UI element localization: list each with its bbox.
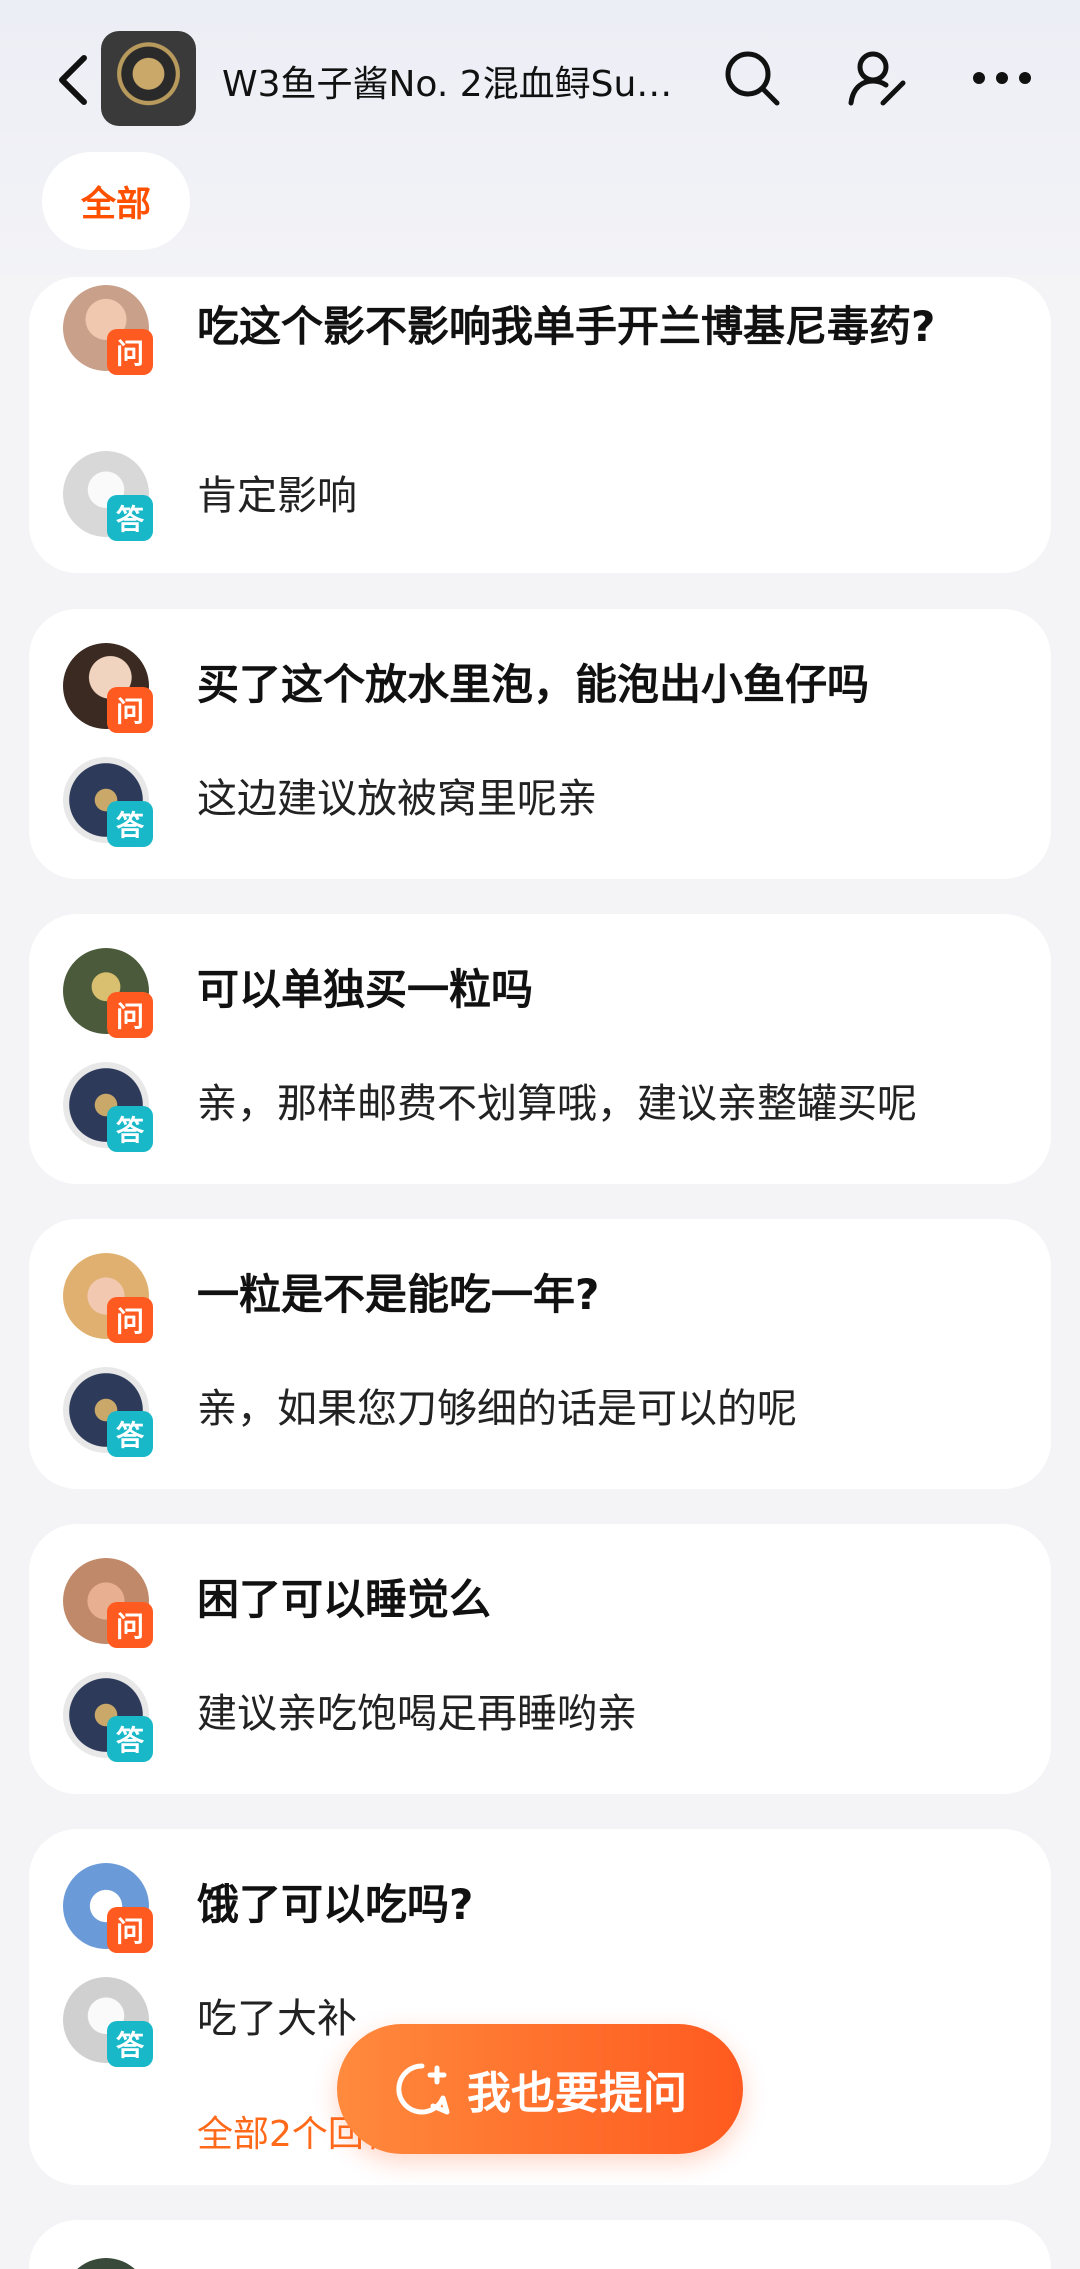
answerer-avatar: 答 xyxy=(63,451,153,541)
question-badge: 问 xyxy=(107,329,153,375)
top-bar: W3鱼子酱No. 2混血鲟Sup... 全部 xyxy=(0,0,1080,275)
answer-badge: 答 xyxy=(107,1411,153,1457)
answer-text: 这边建议放被窝里呢亲 xyxy=(197,776,597,822)
answerer-avatar: 答 xyxy=(63,1367,153,1457)
question-text: 可以单独买一粒吗 xyxy=(197,965,534,1014)
asker-avatar: 问 xyxy=(63,285,153,375)
back-button[interactable] xyxy=(48,52,98,108)
question-badge: 问 xyxy=(107,1297,153,1343)
question-text: 困了可以睡觉么 xyxy=(197,1575,492,1624)
asker-avatar: 问 xyxy=(63,948,153,1038)
question-badge: 问 xyxy=(107,687,153,733)
user-edit-button[interactable] xyxy=(842,42,914,114)
answer-badge: 答 xyxy=(107,495,153,541)
asker-avatar xyxy=(63,2258,149,2269)
qa-card[interactable] xyxy=(29,2220,1051,2269)
filter-all-chip[interactable]: 全部 xyxy=(42,152,190,250)
answerer-avatar: 答 xyxy=(63,1062,153,1152)
qa-card[interactable]: 问 买了这个放水里泡，能泡出小鱼仔吗 答 这边建议放被窝里呢亲 xyxy=(29,609,1051,879)
question-badge: 问 xyxy=(107,992,153,1038)
asker-avatar: 问 xyxy=(63,1253,153,1343)
qa-card[interactable]: 问 可以单独买一粒吗 答 亲，那样邮费不划算哦，建议亲整罐买呢 xyxy=(29,914,1051,1184)
answerer-avatar: 答 xyxy=(63,757,153,847)
question-text: 饿了可以吃吗? xyxy=(197,1880,474,1929)
question-badge: 问 xyxy=(107,1907,153,1953)
qa-card[interactable]: 问 吃这个影不影响我单手开兰博基尼毒药? 答 肯定影响 xyxy=(29,277,1051,573)
answer-text: 亲，如果您刀够细的话是可以的呢 xyxy=(197,1386,797,1432)
question-text: 吃这个影不影响我单手开兰博基尼毒药? xyxy=(197,302,936,351)
answer-badge: 答 xyxy=(107,2021,153,2067)
answerer-avatar: 答 xyxy=(63,1672,153,1762)
answer-badge: 答 xyxy=(107,1106,153,1152)
product-thumbnail[interactable] xyxy=(101,31,196,126)
chat-plus-icon xyxy=(396,2063,450,2115)
qa-card[interactable]: 问 困了可以睡觉么 答 建议亲吃饱喝足再睡哟亲 xyxy=(29,1524,1051,1794)
question-badge: 问 xyxy=(107,1602,153,1648)
answer-text: 肯定影响 xyxy=(197,473,357,519)
more-button[interactable] xyxy=(966,42,1038,114)
answer-text: 亲，那样邮费不划算哦，建议亲整罐买呢 xyxy=(197,1081,917,1127)
question-text: 买了这个放水里泡，能泡出小鱼仔吗 xyxy=(197,660,870,709)
back-icon xyxy=(59,55,87,105)
search-button[interactable] xyxy=(716,42,788,114)
more-icon xyxy=(973,72,1031,84)
qa-page: W3鱼子酱No. 2混血鲟Sup... 全部 问 吃这个影不影响我单手开兰博基尼… xyxy=(0,0,1080,2269)
ask-question-button[interactable]: 我也要提问 xyxy=(337,2024,743,2154)
asker-avatar: 问 xyxy=(63,1863,153,1953)
asker-avatar: 问 xyxy=(63,643,153,733)
search-icon xyxy=(725,51,780,106)
question-text: 一粒是不是能吃一年? xyxy=(197,1270,600,1319)
user-edit-icon xyxy=(848,51,906,106)
ask-question-label: 我也要提问 xyxy=(467,2068,687,2119)
answer-badge: 答 xyxy=(107,801,153,847)
answer-badge: 答 xyxy=(107,1716,153,1762)
answer-text: 建议亲吃饱喝足再睡哟亲 xyxy=(197,1691,637,1737)
qa-card[interactable]: 问 一粒是不是能吃一年? 答 亲，如果您刀够细的话是可以的呢 xyxy=(29,1219,1051,1489)
answerer-avatar: 答 xyxy=(63,1977,153,2067)
page-title[interactable]: W3鱼子酱No. 2混血鲟Sup... xyxy=(222,55,692,107)
asker-avatar: 问 xyxy=(63,1558,153,1648)
